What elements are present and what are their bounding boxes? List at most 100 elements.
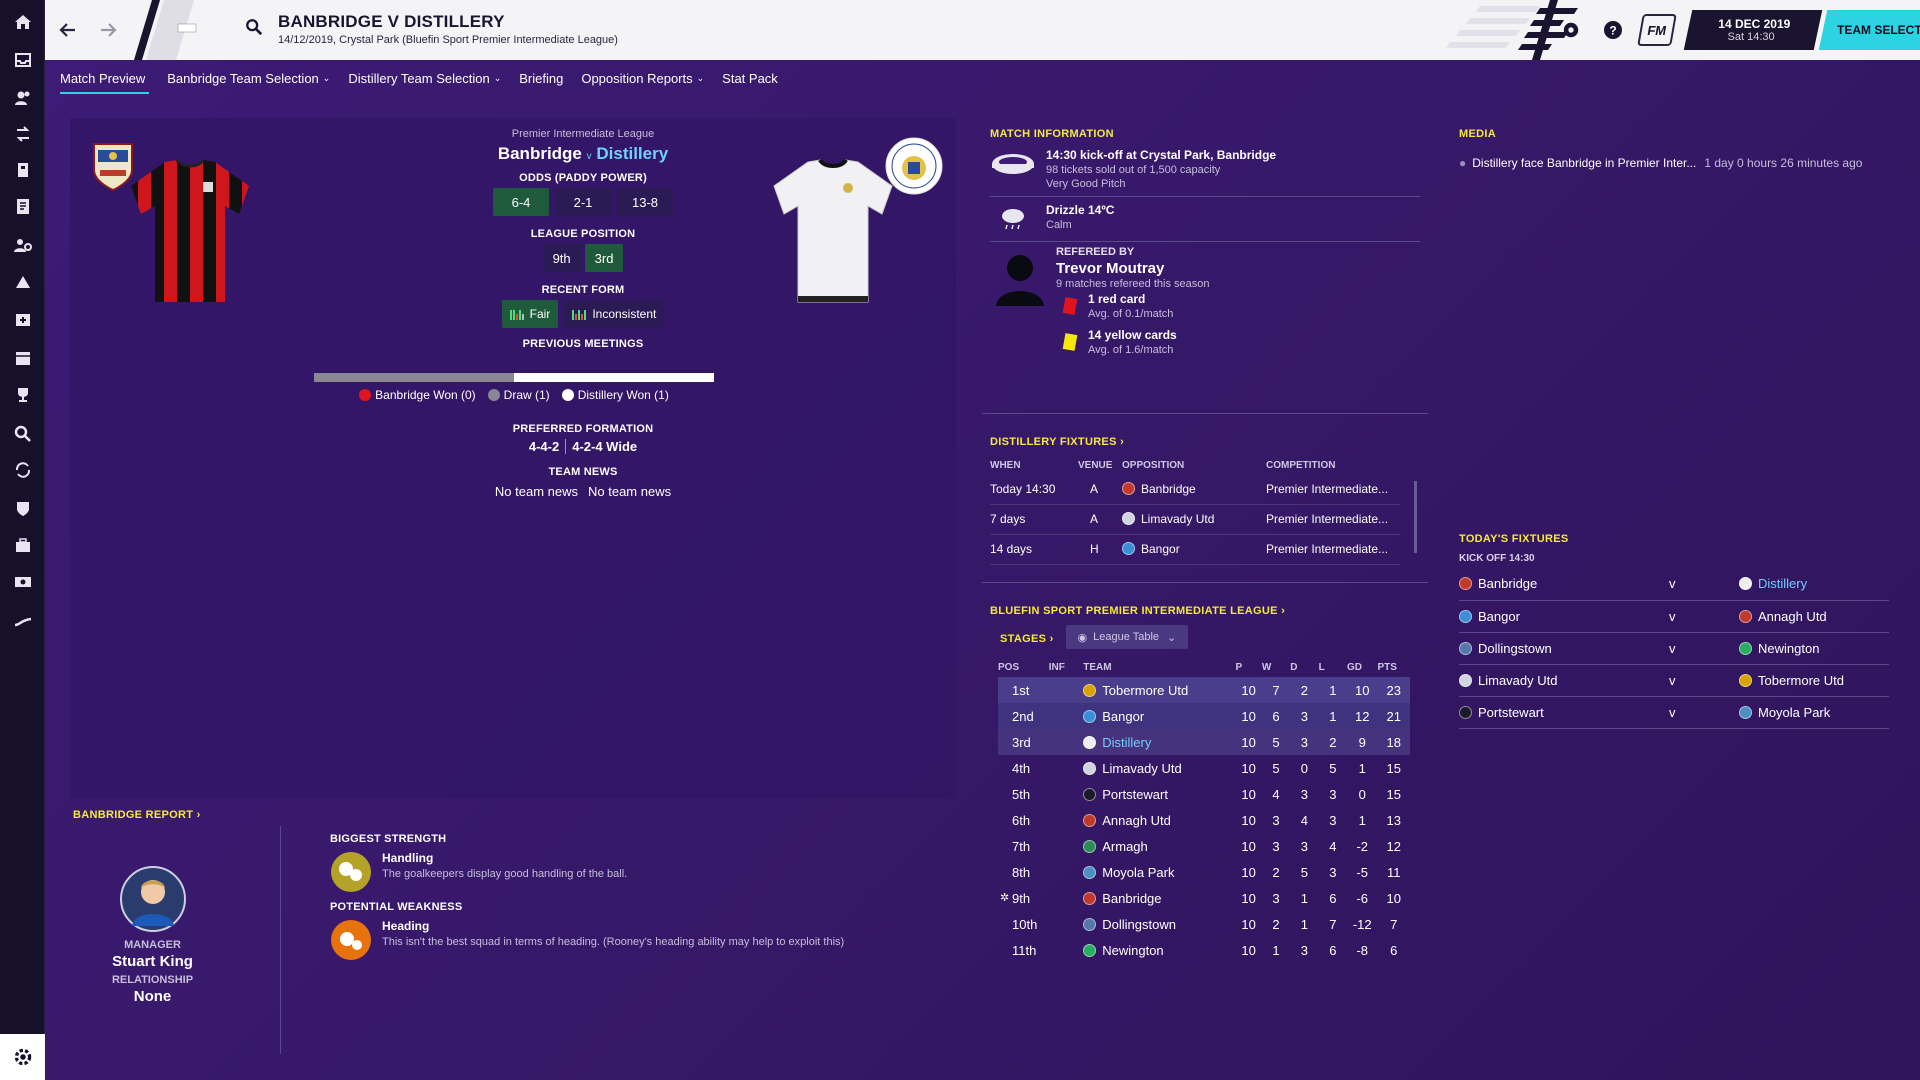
league-team-name: Newington (1102, 942, 1164, 958)
league-team[interactable]: Annagh Utd (1083, 807, 1235, 833)
tab-briefing[interactable]: Briefing (519, 68, 581, 88)
fixture-row[interactable]: 7 days A Limavady Utd Premier Intermediate.… (990, 504, 1400, 535)
tf-home[interactable]: Bangor (1459, 600, 1669, 633)
team-crest-icon (1083, 709, 1097, 723)
banbridge-report-title[interactable]: BANBRIDGE REPORT › (73, 806, 201, 821)
todays-fixture-row[interactable]: Limavady Utd v Tobermore Utd (1459, 664, 1889, 697)
league-team[interactable]: Dollingstown (1083, 911, 1235, 937)
league-table-row[interactable]: 4th Limavady Utd 10 5 0 5 1 15 (998, 755, 1410, 781)
forward-arrow-icon[interactable] (94, 16, 122, 44)
tab-opposition-reports[interactable]: Opposition Reports ⌄ (581, 68, 722, 88)
trend-icon[interactable] (0, 604, 45, 638)
home-icon[interactable] (0, 5, 45, 39)
fm-menu-button[interactable]: FM (1637, 14, 1677, 46)
fixture-row[interactable]: 14 days H Bangor Premier Intermediate... (990, 534, 1400, 565)
medical-icon[interactable] (0, 302, 45, 336)
tf-away[interactable]: Distillery (1739, 568, 1889, 601)
away-team-link[interactable]: Distillery (596, 144, 668, 163)
training-icon[interactable] (0, 265, 45, 299)
search-icon[interactable] (245, 18, 263, 39)
inbox-icon[interactable] (0, 43, 45, 77)
tf-home[interactable]: Banbridge (1459, 568, 1669, 601)
league-table-row[interactable]: 3rd Distillery 10 5 3 2 9 18 (998, 729, 1410, 755)
tab-distillery-team-selection[interactable]: Distillery Team Selection ⌄ (348, 68, 519, 88)
fixture-opposition[interactable]: Limavady Utd (1122, 504, 1266, 535)
league-team[interactable]: Moyola Park (1083, 859, 1235, 885)
dynamics-icon[interactable] (0, 117, 45, 151)
preferred-formation-label: PREFERRED FORMATION (512, 423, 654, 435)
league-view-dropdown[interactable]: ◉ League Table ⌄ (1065, 625, 1189, 649)
development-icon[interactable] (0, 565, 45, 599)
date-display[interactable]: 14 DEC 2019 Sat 14:30 (1683, 10, 1823, 50)
help-icon[interactable]: ? (1601, 18, 1625, 42)
referee-silhouette (996, 255, 1044, 306)
todays-fixture-row[interactable]: Banbridge v Distillery (1459, 568, 1889, 601)
fixture-opposition[interactable]: Bangor (1122, 534, 1266, 565)
league-team[interactable]: Portstewart (1083, 781, 1235, 807)
league-table-row[interactable]: 11th Newington 10 1 3 6 -8 6 (998, 937, 1410, 963)
league-team[interactable]: Bangor (1083, 703, 1236, 729)
yellow-card-avg: Avg. of 1.6/match (1088, 344, 1174, 356)
manager-avatar[interactable] (119, 866, 186, 932)
fixture-opposition[interactable]: Banbridge (1122, 474, 1266, 505)
divider (982, 582, 1428, 583)
league-team[interactable]: Banbridge (1083, 885, 1235, 911)
league-table-row[interactable]: 2nd Bangor 10 6 3 1 12 21 (998, 703, 1410, 729)
league-team[interactable]: Limavady Utd (1083, 755, 1235, 781)
tf-away[interactable]: Moyola Park (1739, 696, 1889, 729)
league-team[interactable]: Armagh (1083, 833, 1235, 859)
league-team[interactable]: Tobermore Utd (1083, 677, 1236, 703)
settings-icon[interactable] (0, 1034, 45, 1080)
league-table-row[interactable]: 10th Dollingstown 10 2 1 7 -12 7 (998, 911, 1410, 937)
finances-icon[interactable] (0, 529, 45, 563)
back-arrow-icon[interactable] (54, 16, 82, 44)
distillery-fixtures-title[interactable]: DISTILLERY FIXTURES › (990, 433, 1410, 448)
league-won: 5 (1261, 729, 1291, 755)
competitions-icon[interactable] (0, 378, 45, 412)
manager-name[interactable]: Stuart King (70, 953, 235, 970)
league-table-row[interactable]: 8th Moyola Park 10 2 5 3 -5 11 (998, 859, 1410, 885)
scouting-icon[interactable] (0, 228, 45, 262)
tf-away[interactable]: Annagh Utd (1739, 600, 1889, 633)
fixture-row[interactable]: Today 14:30 A Banbridge Premier Intermediat… (990, 474, 1400, 505)
league-title[interactable]: BLUEFIN SPORT PREMIER INTERMEDIATE LEAGU… (990, 602, 1420, 617)
league-table-row[interactable]: 1st Tobermore Utd 10 7 2 1 10 23 (998, 677, 1410, 703)
league-team[interactable]: Newington (1083, 937, 1235, 963)
team-selection-button[interactable]: TEAM SELECTION❯ (1818, 10, 1920, 50)
media-item[interactable]: ● Distillery face Banbridge in Premier I… (1459, 156, 1899, 170)
tf-home[interactable]: Portstewart (1459, 696, 1669, 729)
league-table-row[interactable]: 7th Armagh 10 3 3 4 -2 12 (998, 833, 1410, 859)
league-played: 10 (1235, 703, 1262, 729)
fixture-venue: H (1078, 534, 1122, 565)
referee-name[interactable]: Trevor Moutray (1056, 260, 1209, 277)
tf-away[interactable]: Newington (1739, 632, 1889, 665)
distillery-crest[interactable] (884, 136, 944, 196)
tab-stat-pack[interactable]: Stat Pack (722, 68, 796, 88)
tf-away[interactable]: Tobermore Utd (1739, 664, 1889, 697)
league-won: 1 (1272, 942, 1280, 958)
league-table-row[interactable]: 5th Portstewart 10 4 3 3 0 15 (998, 781, 1410, 807)
home-team-link[interactable]: Banbridge (498, 144, 582, 163)
club-icon[interactable] (0, 492, 45, 526)
todays-fixture-row[interactable]: Bangor v Annagh Utd (1459, 600, 1889, 633)
tf-home[interactable]: Limavady Utd (1459, 664, 1669, 697)
league-table-row[interactable]: ✲ 9th Banbridge 10 3 1 6 -6 10 (998, 885, 1410, 911)
league-played: 10 (1241, 864, 1256, 880)
schedule-icon[interactable] (0, 341, 45, 375)
tf-home[interactable]: Dollingstown (1459, 632, 1669, 665)
staff-icon[interactable] (0, 153, 45, 187)
football-icon[interactable] (1559, 18, 1583, 42)
tab-match-preview[interactable]: Match Preview (60, 68, 150, 94)
tactics-icon[interactable] (0, 189, 45, 223)
todays-fixture-row[interactable]: Dollingstown v Newington (1459, 632, 1889, 665)
league-table-row[interactable]: 6th Annagh Utd 10 3 4 3 1 13 (998, 807, 1410, 833)
stages-link[interactable]: STAGES › (1000, 630, 1054, 645)
squad-icon[interactable] (0, 81, 45, 115)
league-lost: 3 (1329, 786, 1337, 802)
search-icon[interactable] (0, 417, 45, 451)
fixtures-scrollbar[interactable] (1414, 481, 1417, 553)
transfers-icon[interactable] (0, 453, 45, 487)
todays-fixture-row[interactable]: Portstewart v Moyola Park (1459, 696, 1889, 729)
tab-banbridge-team-selection[interactable]: Banbridge Team Selection ⌄ (167, 68, 348, 88)
league-team[interactable]: Distillery (1083, 729, 1236, 755)
